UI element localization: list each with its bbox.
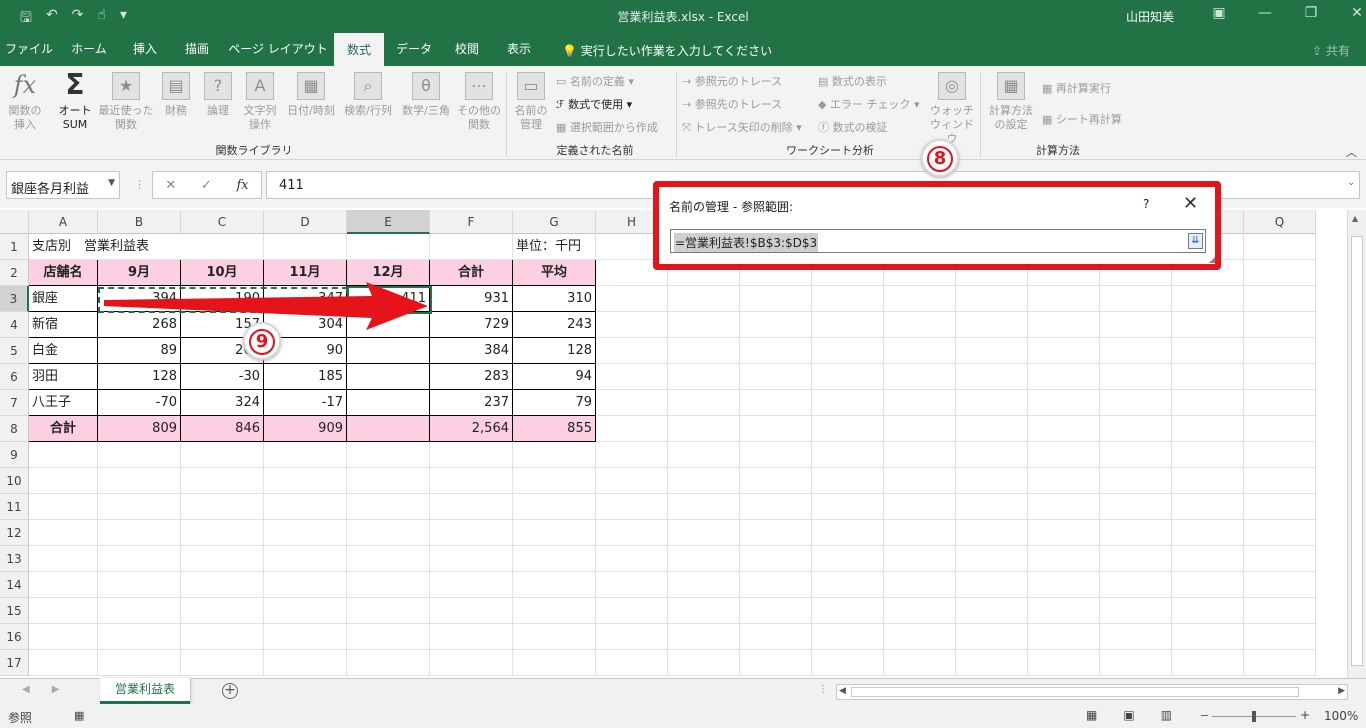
help-icon[interactable]: ? [1143, 197, 1149, 211]
refers-to-input[interactable]: =営業利益表!$B$3:$D$3 ⇊ [670, 229, 1206, 253]
name-manager-refers-to-dialog: 名前の管理 - 参照範囲: ? ✕ =営業利益表!$B$3:$D$3 ⇊ ◢ [653, 181, 1221, 270]
dialog-title: 名前の管理 - 参照範囲: [669, 200, 794, 214]
refers-to-value: =営業利益表!$B$3:$D$3 [674, 233, 819, 252]
resize-grip-icon[interactable]: ◢ [1209, 255, 1215, 264]
dialog-close-icon[interactable]: ✕ [1183, 193, 1198, 214]
expand-dialog-icon[interactable]: ⇊ [1188, 233, 1203, 249]
step-callout-9: 9 [243, 322, 281, 360]
annotation-arrow [104, 282, 428, 330]
step-callout-8: 8 [921, 139, 959, 177]
